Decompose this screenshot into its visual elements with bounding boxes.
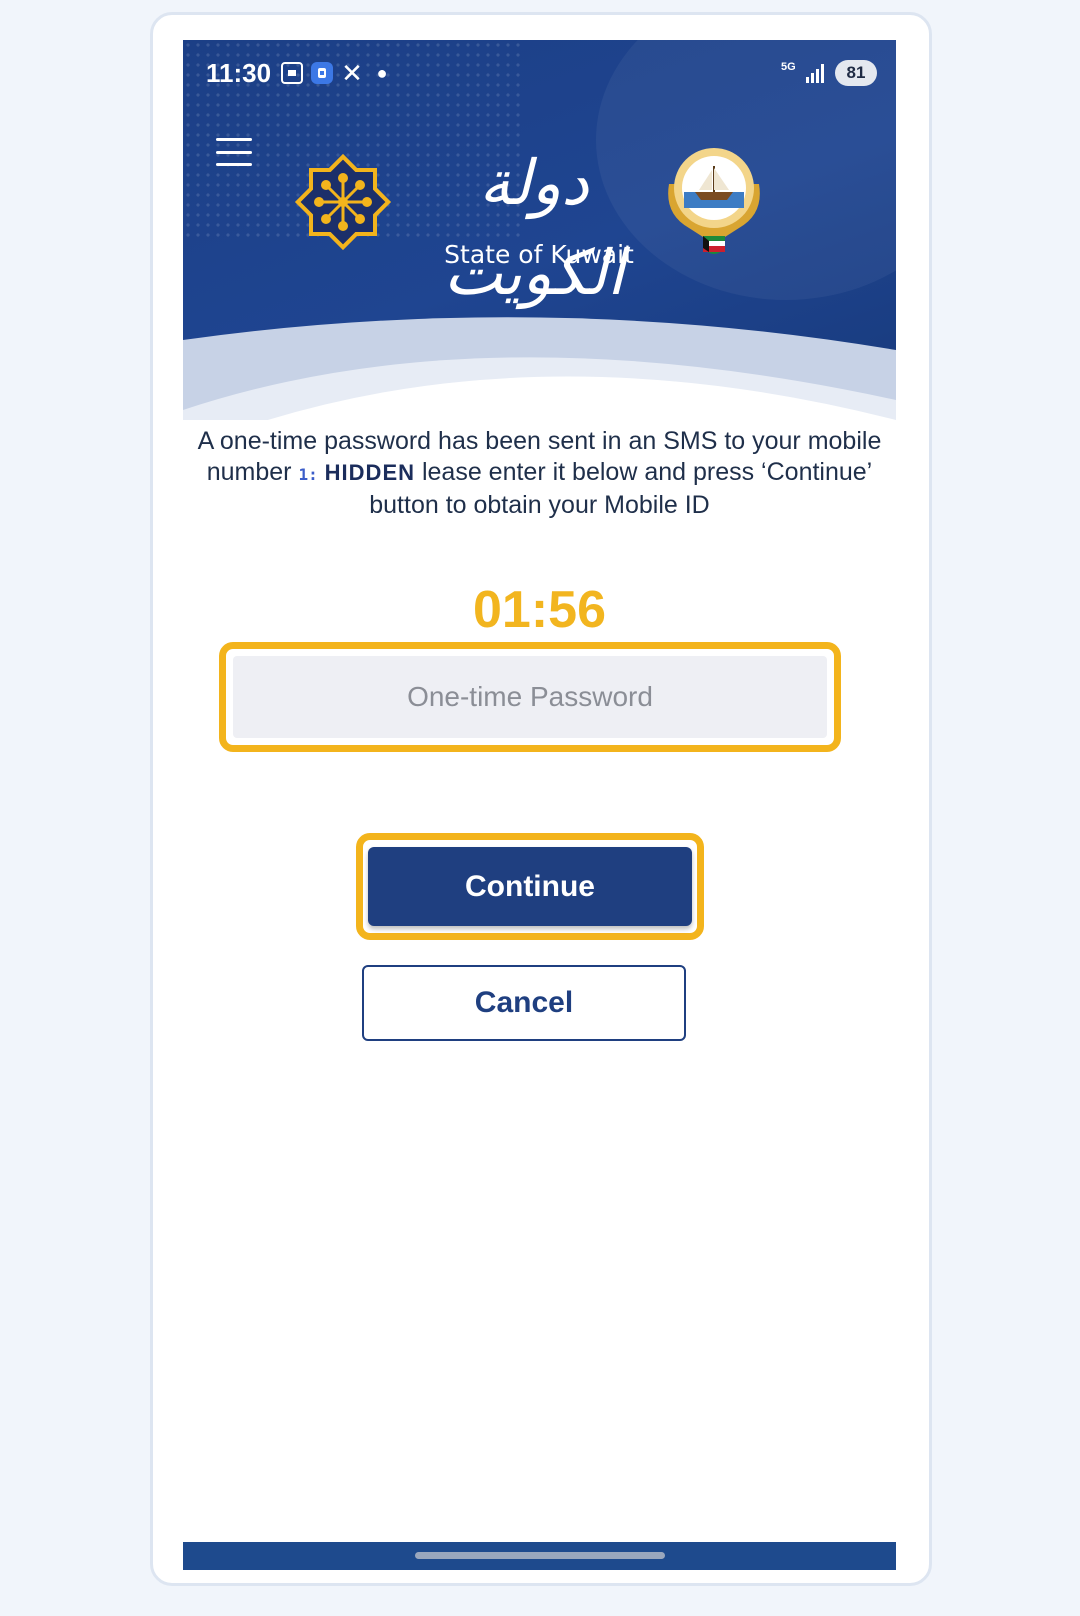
home-gesture-handle[interactable] — [415, 1552, 665, 1559]
battery-icon: 81 — [835, 60, 877, 86]
x-app-icon: ✕ — [341, 58, 363, 88]
app-header: 11:30 ✕ ● 5G 81 دولة الكويت State of Kuw… — [183, 40, 896, 420]
app-notification-icon — [311, 62, 333, 84]
masked-number-label: HIDDEN — [324, 460, 416, 485]
header-title: State of Kuwait — [444, 240, 634, 269]
header-wave — [183, 317, 896, 420]
status-bar: 11:30 ✕ ● 5G 81 — [183, 40, 896, 110]
otp-input-highlight — [219, 642, 841, 752]
status-time: 11:30 — [206, 58, 272, 88]
more-notifications-icon: ● — [376, 62, 388, 83]
masked-number-prefix: 1: — [298, 465, 318, 484]
otp-instructions: A one-time password has been sent in an … — [193, 426, 886, 521]
kuwait-star-emblem-icon — [294, 153, 392, 251]
continue-button-highlight: Continue — [356, 833, 704, 940]
navigation-bar — [183, 1542, 896, 1570]
kuwait-coat-of-arms-icon — [668, 148, 760, 254]
continue-button[interactable]: Continue — [368, 847, 692, 926]
countdown-timer: 01:56 — [473, 581, 606, 639]
otp-message-part2: lease enter it below and press ‘Continue… — [369, 458, 873, 519]
arabic-title: دولة الكويت — [443, 146, 625, 309]
phone-screen: 11:30 ✕ ● 5G 81 دولة الكويت State of Kuw… — [183, 40, 896, 1570]
screen-cast-icon — [281, 62, 303, 84]
network-type-icon: 5G — [781, 61, 796, 73]
hamburger-menu-icon[interactable] — [216, 138, 252, 166]
otp-input[interactable] — [233, 656, 827, 738]
signal-icon — [806, 64, 824, 83]
cancel-button[interactable]: Cancel — [362, 965, 686, 1041]
